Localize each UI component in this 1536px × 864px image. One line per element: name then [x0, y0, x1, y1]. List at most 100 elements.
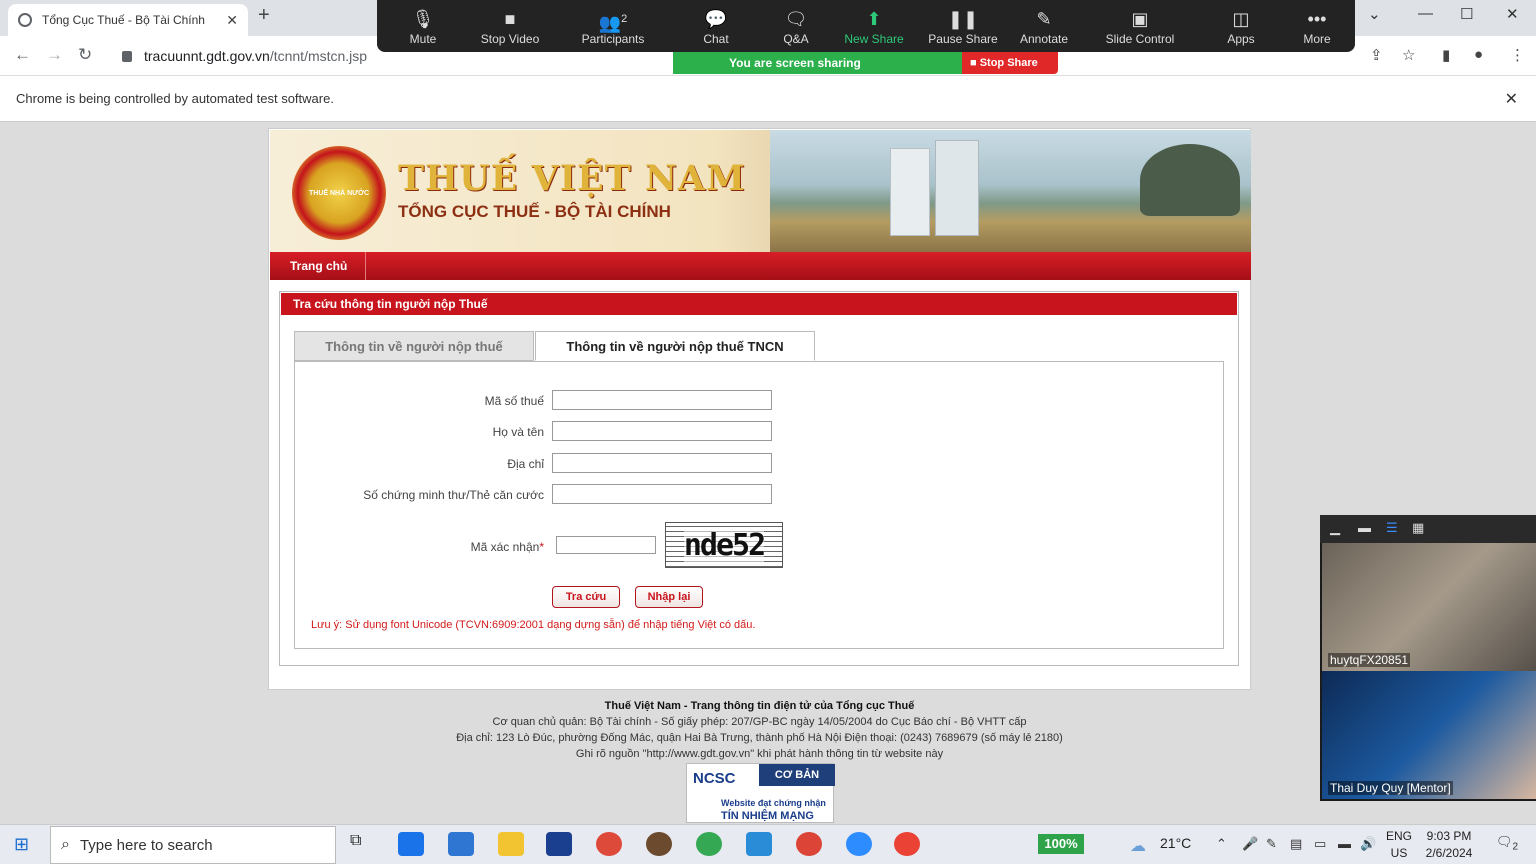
close-window-button[interactable]: ✕ [1506, 5, 1519, 23]
app-l-icon[interactable] [546, 832, 572, 856]
footer-line: Thuế Việt Nam - Trang thông tin điện tử … [604, 700, 915, 712]
profile-avatar-icon[interactable]: ● [1474, 46, 1483, 63]
address-input[interactable] [552, 453, 772, 473]
pen-tray-icon[interactable]: ✎ [1266, 836, 1277, 852]
chrome-profile-icon[interactable] [696, 832, 722, 856]
menu-kebab-icon[interactable]: ⋮ [1510, 46, 1525, 64]
close-infobar-icon[interactable]: ✕ [1505, 89, 1518, 109]
main-nav: Trang chủ [270, 252, 1251, 280]
windows-start-icon[interactable]: ⊞ [14, 834, 29, 855]
tab-search-icon[interactable]: ⌄ [1368, 5, 1381, 23]
id-card-label: Số chứng minh thư/Thẻ căn cước [363, 488, 544, 502]
participants-icon: 👥2 [598, 13, 628, 33]
nav-home-link[interactable]: Trang chủ [270, 252, 367, 280]
annotate-button[interactable]: ✎ Annotate [1014, 6, 1074, 46]
participant-video: huytqFX20851 [1322, 543, 1536, 671]
share-icon[interactable]: ⇪ [1370, 46, 1383, 64]
language-indicator[interactable]: ENG US [1386, 828, 1412, 862]
forward-button[interactable]: → [46, 45, 63, 65]
minimize-video-icon[interactable]: ▁ [1330, 520, 1340, 536]
cloud-weather-icon: ☁ [1130, 838, 1146, 855]
pause-share-button[interactable]: ❚❚ Pause Share [926, 6, 1000, 46]
store-icon[interactable] [398, 832, 424, 856]
back-button[interactable]: ← [14, 45, 31, 65]
id-card-input[interactable] [552, 484, 772, 504]
participant-name: huytqFX20851 [1328, 653, 1411, 667]
slide-control-button[interactable]: ▣ Slide Control [1100, 6, 1180, 46]
notes-tray-icon[interactable]: ▤ [1290, 836, 1302, 852]
participants-button[interactable]: 👥2 Participants [574, 6, 652, 46]
lookup-panel: Tra cứu thông tin người nộp Thuế Thông t… [279, 291, 1239, 666]
lock-icon [122, 50, 132, 62]
close-tab-icon[interactable]: ✕ [226, 12, 238, 29]
volume-icon[interactable]: 🔊 [1360, 836, 1376, 852]
stop-share-button[interactable]: ■ Stop Share [962, 52, 1058, 74]
chevron-up-icon[interactable]: ⌃ [1216, 836, 1227, 852]
banner-photo [770, 130, 1251, 252]
browser-tab[interactable]: Tổng Cục Thuế - Bộ Tài Chính ✕ [8, 4, 248, 36]
new-tab-button[interactable]: + [258, 4, 270, 27]
microphone-tray-icon[interactable]: 🎤 [1242, 836, 1258, 852]
ncsc-logo: NCSC [693, 770, 736, 787]
system-clock[interactable]: 9:03 PM 2/6/2024 [1424, 828, 1474, 862]
national-emblem-logo: THUẾ NHÀ NƯỚC [292, 146, 386, 240]
battery-icon[interactable]: ▬ [1338, 836, 1351, 851]
panel-title: Tra cứu thông tin người nộp Thuế [281, 293, 1237, 315]
notification-center-icon[interactable]: 🗨2 [1496, 834, 1518, 853]
apps-button[interactable]: ◫ Apps [1220, 6, 1262, 46]
speaker-view-icon[interactable]: ☰ [1386, 520, 1398, 536]
hide-video-icon[interactable]: ▬ [1358, 520, 1371, 535]
task-view-icon[interactable]: ⧉ [350, 832, 376, 856]
chrome-profile-icon[interactable] [796, 832, 822, 856]
badge-level: CƠ BẢN [759, 764, 835, 786]
apps-icon: ◫ [1232, 9, 1250, 29]
bookmark-star-icon[interactable]: ☆ [1402, 46, 1415, 64]
captcha-input[interactable] [556, 536, 656, 554]
side-panel-icon[interactable]: ▮ [1442, 46, 1450, 64]
chrome-icon[interactable] [596, 832, 622, 856]
tab-taxpayer-info[interactable]: Thông tin về người nộp thuế [294, 331, 534, 361]
qa-button[interactable]: 🗨 Q&A [772, 6, 820, 46]
game-app-icon[interactable] [646, 832, 672, 856]
taskbar-search[interactable]: ⌕ Type here to search [50, 826, 336, 864]
search-button[interactable]: Tra cứu [552, 586, 620, 608]
islet-shape [1140, 144, 1240, 216]
network-icon[interactable]: ▭ [1314, 836, 1326, 852]
photos-icon[interactable] [746, 832, 772, 856]
tax-code-label: Mã số thuế [484, 394, 544, 408]
search-icon: ⌕ [61, 836, 70, 853]
captcha-label: Mã xác nhận* [470, 540, 544, 554]
more-button[interactable]: ••• More [1296, 6, 1338, 46]
tax-code-input[interactable] [552, 390, 772, 410]
full-name-input[interactable] [552, 421, 772, 441]
minimize-button[interactable]: — [1418, 5, 1433, 22]
maximize-button[interactable]: ☐ [1460, 5, 1473, 23]
url-path: /tcnnt/mstcn.jsp [269, 48, 368, 64]
address-label: Địa chỉ [507, 457, 544, 471]
tab-personal-income-taxpayer[interactable]: Thông tin về người nộp thuế TNCN [535, 331, 815, 361]
automation-infobar: Chrome is being controlled by automated … [0, 76, 1536, 122]
stop-video-button[interactable]: ■ Stop Video [474, 6, 546, 46]
gallery-view-icon[interactable]: ▦ [1412, 520, 1424, 536]
captcha-image: nde52 [665, 522, 783, 568]
zoom-app-icon[interactable] [846, 832, 872, 856]
chrome-active-icon[interactable] [894, 832, 920, 856]
new-share-button[interactable]: ⬆ New Share [840, 6, 908, 46]
reset-button[interactable]: Nhập lại [635, 586, 703, 608]
mail-icon[interactable] [448, 832, 474, 856]
chat-button[interactable]: 💬 Chat [692, 6, 740, 46]
mute-button[interactable]: 🎙 Mute [398, 6, 448, 46]
pause-icon: ❚❚ [947, 9, 979, 29]
reload-button[interactable]: ↻ [78, 45, 92, 65]
zoom-video-panel[interactable]: ▁ ▬ ☰ ▦ huytqFX20851 Thai Duy Quy [Mento… [1320, 515, 1536, 801]
building-shape [935, 140, 979, 236]
unicode-note: Lưu ý: Sử dụng font Unicode (TCVN:6909:2… [311, 619, 756, 631]
chat-bubble-icon: 💬 [704, 9, 728, 29]
required-asterisk: * [539, 540, 544, 554]
file-explorer-icon[interactable] [498, 832, 524, 856]
slide-control-icon: ▣ [1131, 9, 1149, 29]
battery-indicator[interactable]: 100% [1038, 834, 1084, 854]
ncsc-trust-badge[interactable]: NCSC CƠ BẢN Website đạt chứng nhận TÍN N… [686, 763, 835, 823]
badge-big-text: TÍN NHIỆM MẠNG [721, 810, 814, 822]
weather-temperature[interactable]: 21°C [1160, 835, 1191, 851]
